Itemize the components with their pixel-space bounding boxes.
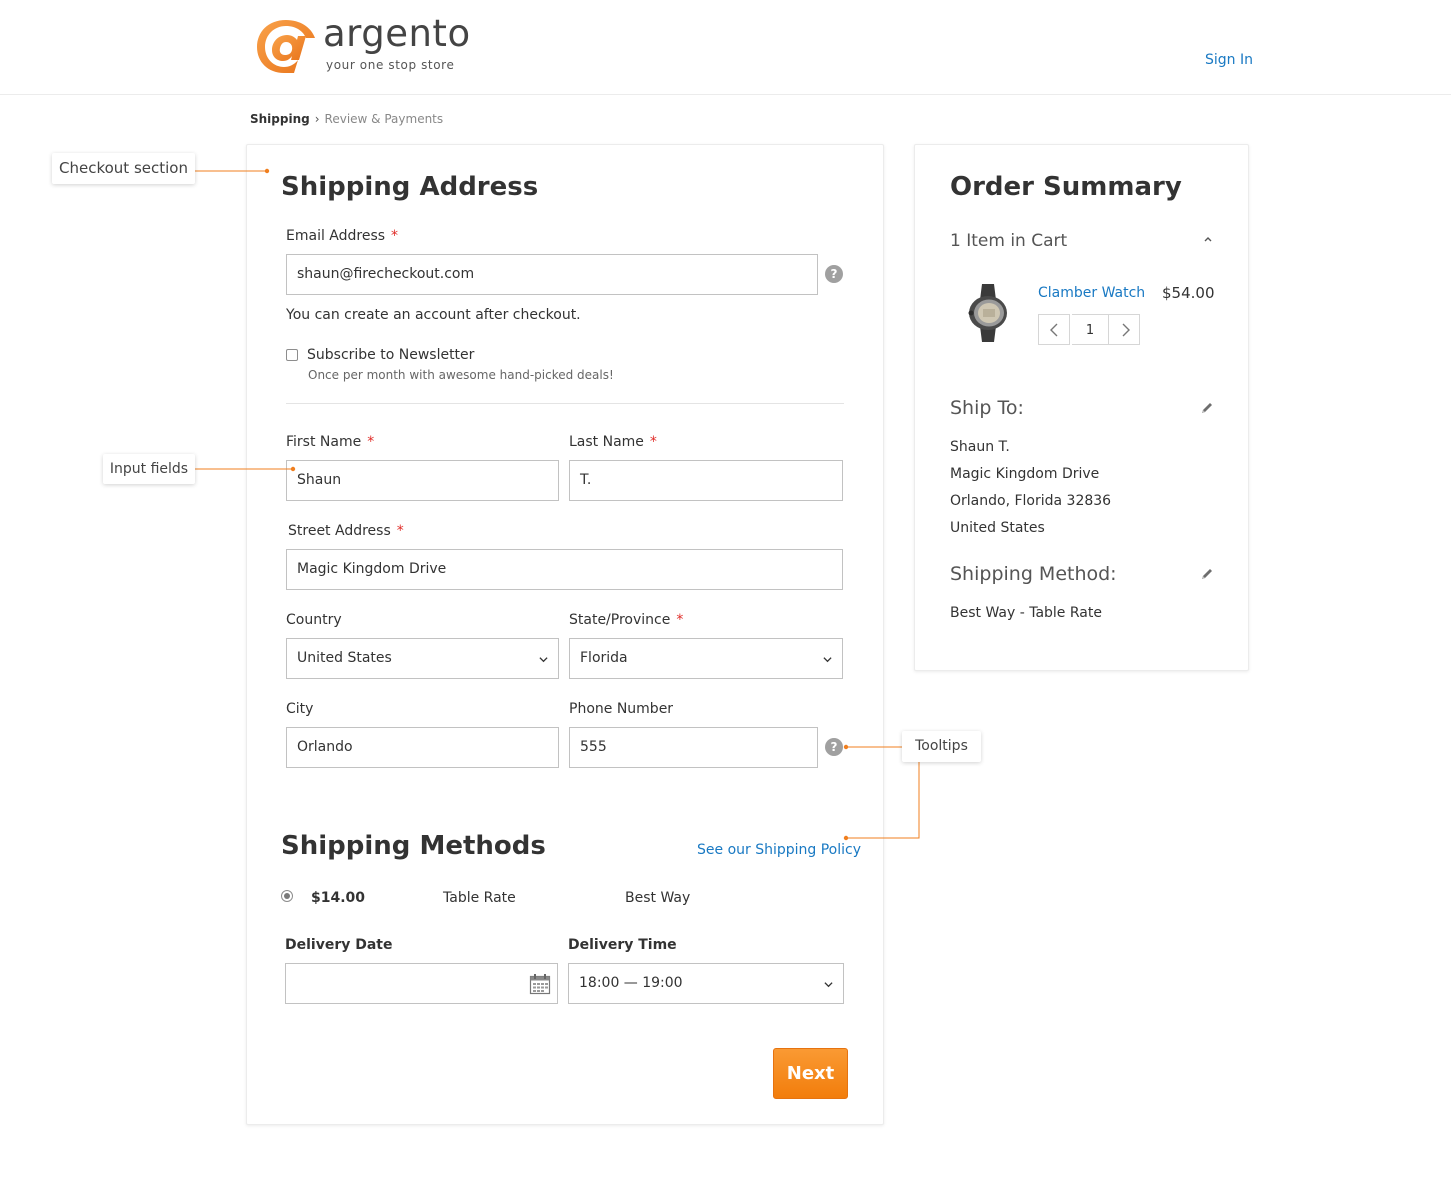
required-marker: * [391, 228, 399, 244]
breadcrumb-step-review-payments[interactable]: Review & Payments [325, 112, 444, 126]
shipping-method-price: $14.00 [311, 890, 366, 906]
street-address-field[interactable]: Magic Kingdom Drive [286, 549, 843, 590]
shipping-method-radio[interactable] [281, 890, 293, 902]
delivery-time-value: 18:00 — 19:00 [579, 975, 683, 991]
country-select-value: United States [297, 650, 392, 666]
chevron-left-icon [1050, 323, 1058, 337]
first-name-label-text: First Name [286, 434, 362, 450]
ship-to-title: Ship To: [950, 397, 1024, 419]
state-select[interactable]: Florida [569, 638, 843, 679]
input-fields-callout: Input fields [103, 454, 195, 484]
ship-to-line: Magic Kingdom Drive [950, 466, 1100, 482]
delivery-time-label: Delivery Time [568, 937, 677, 953]
email-field[interactable]: shaun@firecheckout.com [286, 254, 818, 295]
email-label: Email Address * [286, 228, 398, 244]
email-help-icon[interactable]: ? [825, 265, 843, 283]
country-select[interactable]: United States [286, 638, 559, 679]
shipping-methods-title: Shipping Methods [281, 831, 546, 861]
store-logo[interactable]: argento your one stop store [254, 12, 470, 78]
order-summary-title: Order Summary [950, 172, 1182, 202]
qty-decrease-button[interactable] [1038, 314, 1070, 345]
calendar-icon[interactable] [529, 973, 551, 995]
product-price: $54.00 [1162, 284, 1215, 302]
shipping-method-name: Table Rate [443, 890, 516, 906]
chevron-right-icon [1122, 323, 1130, 337]
required-marker: * [649, 434, 657, 450]
chevron-up-icon[interactable] [1203, 235, 1213, 243]
phone-field[interactable]: 555 [569, 727, 818, 768]
tooltips-callout: Tooltips [902, 731, 981, 762]
state-label: State/Province * [569, 612, 683, 628]
newsletter-checkbox[interactable] [286, 349, 298, 361]
logo-mark-icon [257, 20, 315, 73]
shipping-policy-link[interactable]: See our Shipping Policy [697, 842, 861, 858]
edit-ship-to-icon[interactable] [1200, 401, 1214, 415]
next-button[interactable]: Next [773, 1048, 848, 1099]
product-name-link[interactable]: Clamber Watch [1038, 285, 1145, 301]
phone-help-icon[interactable]: ? [825, 738, 843, 756]
newsletter-label[interactable]: Subscribe to Newsletter [307, 347, 474, 363]
last-name-label: Last Name * [569, 434, 657, 450]
delivery-date-label: Delivery Date [285, 937, 393, 953]
required-marker: * [367, 434, 375, 450]
breadcrumb-step-shipping[interactable]: Shipping [250, 112, 310, 126]
breadcrumb: Shipping › Review & Payments [250, 112, 443, 126]
street-label-text: Street Address [288, 523, 391, 539]
ship-to-line: Orlando, Florida 32836 [950, 493, 1112, 509]
account-note: You can create an account after checkout… [286, 307, 581, 323]
chevron-down-icon [824, 982, 833, 988]
breadcrumb-separator: › [314, 112, 320, 126]
street-address-label: Street Address * [288, 523, 404, 539]
shipping-method-summary-value: Best Way - Table Rate [950, 605, 1102, 621]
sign-in-link[interactable]: Sign In [1205, 52, 1253, 68]
required-marker: * [676, 612, 684, 628]
shipping-address-title: Shipping Address [281, 172, 539, 202]
ship-to-line: United States [950, 520, 1045, 536]
delivery-time-select[interactable]: 18:00 — 19:00 [568, 963, 844, 1004]
last-name-field[interactable]: T. [569, 460, 843, 501]
required-marker: * [396, 523, 404, 539]
shipping-method-carrier: Best Way [625, 890, 691, 906]
edit-shipping-method-icon[interactable] [1200, 567, 1214, 581]
phone-label: Phone Number [569, 701, 674, 717]
qty-input[interactable]: 1 [1072, 314, 1108, 345]
state-select-value: Florida [580, 650, 628, 666]
chevron-down-icon [823, 657, 832, 663]
last-name-label-text: Last Name [569, 434, 644, 450]
city-field[interactable]: Orlando [286, 727, 559, 768]
city-label: City [286, 701, 314, 717]
qty-increase-button[interactable] [1108, 314, 1140, 345]
product-thumbnail[interactable] [960, 280, 1016, 346]
ship-to-line: Shaun T. [950, 439, 1010, 455]
chevron-down-icon [539, 657, 548, 663]
site-header: argento your one stop store Sign In [0, 0, 1451, 95]
first-name-label: First Name * [286, 434, 374, 450]
checkout-section-callout: Checkout section [52, 153, 195, 184]
logo-tagline: your one stop store [326, 58, 455, 72]
country-label: Country [286, 612, 342, 628]
email-label-text: Email Address [286, 228, 386, 244]
newsletter-note: Once per month with awesome hand-picked … [308, 368, 614, 382]
first-name-field[interactable]: Shaun [286, 460, 559, 501]
shipping-method-summary-title: Shipping Method: [950, 563, 1117, 585]
logo-name: argento [323, 12, 471, 55]
cart-count-toggle[interactable]: 1 Item in Cart [950, 231, 1067, 251]
section-divider [286, 403, 844, 404]
state-label-text: State/Province [569, 612, 671, 628]
delivery-date-field[interactable] [285, 963, 558, 1004]
